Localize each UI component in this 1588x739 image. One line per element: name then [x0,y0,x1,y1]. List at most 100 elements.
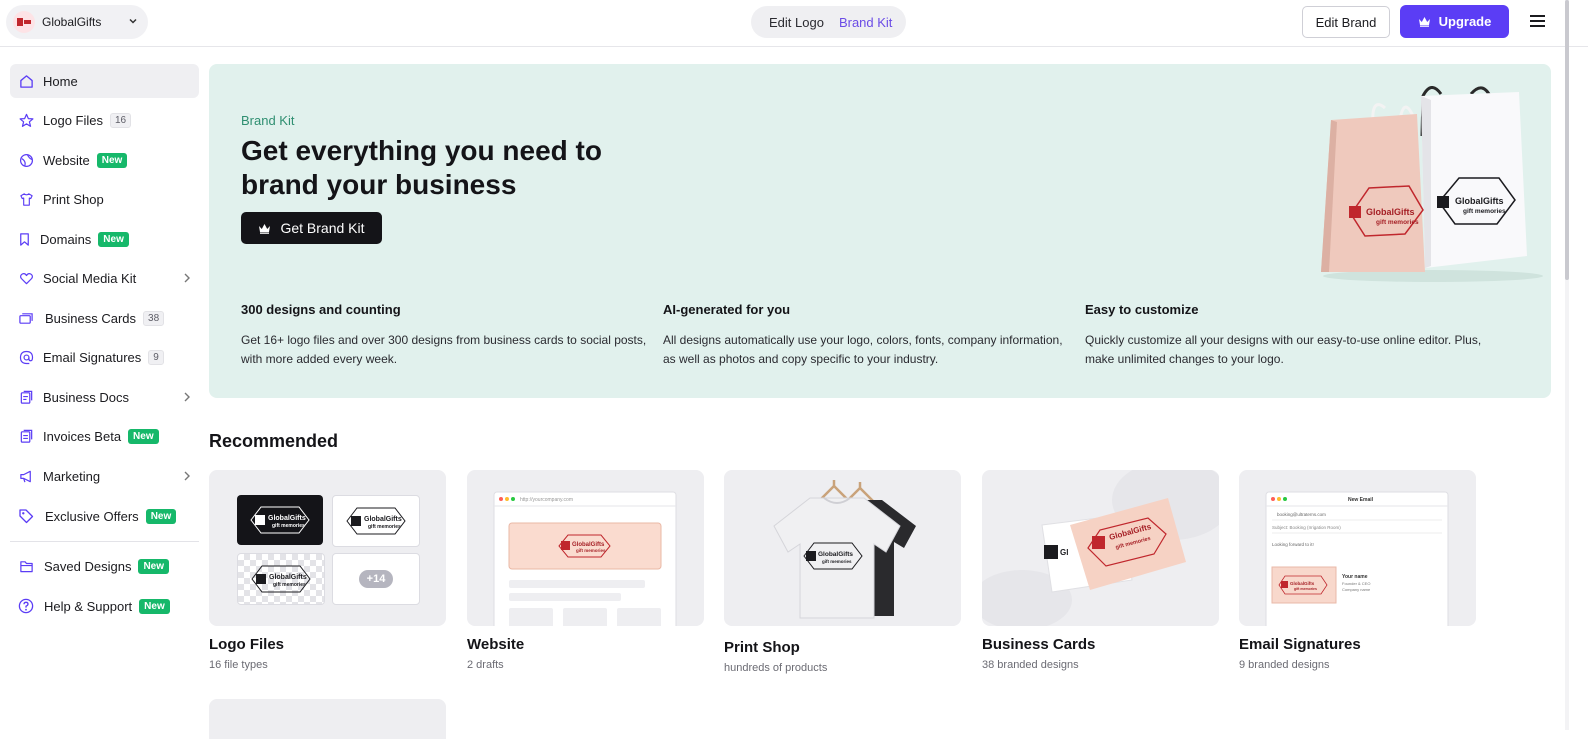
help-icon [18,598,34,614]
sidebar-item-help-support[interactable]: Help & Support New [10,589,199,623]
sidebar: Home Logo Files 16 Website New Print Sho… [0,46,205,730]
upgrade-label: Upgrade [1438,14,1492,29]
feature-title: AI-generated for you [663,302,791,317]
feature-title: Easy to customize [1085,302,1199,317]
tile-logo-name: GlobalGifts [364,516,402,523]
upgrade-button[interactable]: Upgrade [1400,5,1509,38]
sig-logo-tagline: gift memories [1294,587,1317,591]
sidebar-item-logo-files[interactable]: Logo Files 16 [10,103,199,137]
bag-logo-name-2: GlobalGifts [1455,196,1504,206]
edit-brand-button[interactable]: Edit Brand [1302,6,1390,38]
get-brand-kit-button[interactable]: Get Brand Kit [241,212,382,244]
scrollbar-thumb[interactable] [1565,0,1569,280]
sidebar-item-label: Saved Designs [44,558,132,574]
signature-name: Your name [1342,574,1368,580]
sidebar-item-social-media-kit[interactable]: Social Media Kit [10,261,199,295]
card-title: Email Signatures [1239,636,1361,653]
sidebar-item-label: Business Docs [43,389,129,405]
website-preview-illustration: http://yourcompany.com GlobalGifts gift … [493,491,677,626]
sidebar-item-business-cards[interactable]: Business Cards 38 [10,301,199,335]
new-badge: New [145,508,177,524]
chevron-right-icon [184,392,190,402]
mode-toggle: Edit Logo Brand Kit [751,6,906,38]
sidebar-item-domains[interactable]: Domains New [10,222,199,256]
sidebar-item-label: Marketing [43,468,101,484]
sidebar-item-business-docs[interactable]: Business Docs [10,380,199,414]
folder-icon [18,558,34,574]
heart-icon [18,270,34,286]
document-icon [18,389,34,405]
tile-logo-name: GlobalGifts [269,574,307,581]
chevron-right-icon [184,273,190,283]
sidebar-item-label: Email Signatures [43,349,142,365]
brand-name: GlobalGifts [42,15,102,29]
count-badge: 38 [143,310,165,326]
card-email-signatures[interactable]: New Email booking@ultraterns.com Subject… [1239,470,1476,671]
card-logo-files[interactable]: GlobalGifts gift memories GlobalGifts gift… [209,470,446,671]
sidebar-item-marketing[interactable]: Marketing [10,459,199,493]
star-icon [18,112,34,128]
business-cards-illustration: Gl GlobalGifts gift memories [982,470,1219,626]
bag-logo-tagline: gift memories [1376,219,1419,226]
card-subtitle: 9 branded designs [1239,659,1330,671]
feature-text: All designs automatically use your logo,… [663,333,1063,366]
card-title: Website [467,636,525,653]
more-files-pill: +14 [358,570,394,588]
feature-text: Quickly customize all your designs with … [1085,333,1482,366]
card-print-shop[interactable]: GlobalGifts gift memories Print Shop hun… [724,470,961,674]
sidebar-item-label: Website [43,152,90,168]
sidebar-item-exclusive-offers[interactable]: Exclusive Offers New [10,499,199,533]
sidebar-item-home[interactable]: Home [10,64,199,98]
sig-logo-name: GlobalGifts [1290,581,1315,586]
card-thumbnail: GlobalGifts gift memories [724,470,961,626]
brand-switcher[interactable]: GlobalGifts [6,5,148,39]
bag-logo-name: GlobalGifts [1366,207,1415,217]
feature-designs: 300 designs and counting Get 16+ logo fi… [241,302,651,369]
hamburger-menu-icon[interactable] [1529,13,1547,29]
tile-logo-tagline: gift memories [272,523,305,529]
signature-company: Company name [1342,587,1371,592]
new-badge: New [138,558,170,574]
tile-logo-tagline: gift memories [368,524,401,530]
logo-tile-light: GlobalGifts gift memories [332,495,420,547]
feature-text: Get 16+ logo files and over 300 designs … [241,333,647,366]
sidebar-item-label: Business Cards [45,310,137,326]
card-subtitle: hundreds of products [724,662,828,674]
tile-logo-name: GlobalGifts [268,515,306,522]
sidebar-item-label: Invoices Beta [43,428,122,444]
card-business-cards[interactable]: Gl GlobalGifts gift memories Business Ca… [982,470,1219,671]
logo-tile-dark: GlobalGifts gift memories [237,495,323,545]
card-thumbnail: New Email booking@ultraterns.com Subject… [1239,470,1476,626]
sidebar-item-saved-designs[interactable]: Saved Designs New [10,549,199,583]
megaphone-icon [18,468,34,484]
bag-logo-tagline-2: gift memories [1463,208,1506,215]
brand-kit-hero: Brand Kit Get everything you need to bra… [209,64,1551,398]
site-logo-tagline: gift memories [576,548,606,553]
new-badge: New [128,428,159,444]
sidebar-item-website[interactable]: Website New [10,143,199,177]
sidebar-item-invoices[interactable]: Invoices Beta New [10,419,199,453]
count-badge: 16 [109,112,132,128]
new-badge: New [96,152,128,168]
chevron-right-icon [184,471,190,481]
shirt-logo-name: GlobalGifts [818,551,853,558]
at-icon [18,349,34,365]
sidebar-item-label: Social Media Kit [43,270,137,286]
email-from: booking@ultraterns.com [1277,512,1326,517]
sidebar-item-label: Help & Support [44,598,133,614]
card-subtitle: 38 branded designs [982,659,1079,671]
card-partial-next-row[interactable] [209,699,446,739]
tshirts-illustration: GlobalGifts gift memories [773,480,916,619]
card-thumbnail: GlobalGifts gift memories GlobalGifts gift… [209,470,446,626]
feature-customize: Easy to customize Quickly customize all … [1085,302,1495,369]
sidebar-item-print-shop[interactable]: Print Shop [10,182,199,216]
email-window-title: New Email [1348,497,1374,503]
sidebar-item-email-signatures[interactable]: Email Signatures 9 [10,340,199,374]
card-thumbnail: http://yourcompany.com GlobalGifts gift … [467,470,704,626]
recommended-heading: Recommended [209,431,339,451]
tab-edit-logo[interactable]: Edit Logo [769,15,824,30]
tab-brand-kit[interactable]: Brand Kit [839,15,892,30]
sidebar-item-label: Logo Files [43,112,103,128]
card-website[interactable]: http://yourcompany.com GlobalGifts gift … [467,470,704,671]
cards-icon [18,310,34,326]
